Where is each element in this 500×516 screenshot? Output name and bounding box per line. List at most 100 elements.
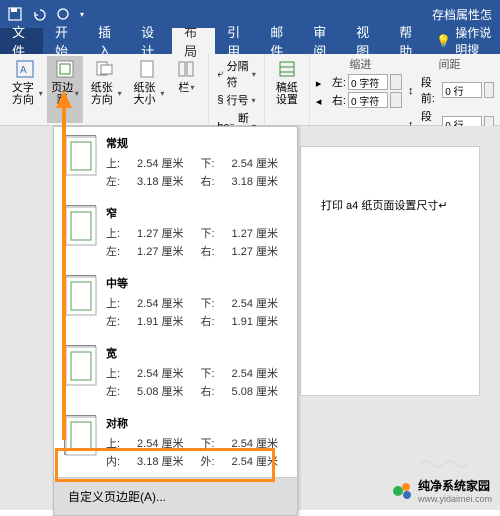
preset-left-label: 左: xyxy=(106,173,129,189)
indent-left-input[interactable] xyxy=(348,74,388,90)
preset-left-value: 3.18 厘米 xyxy=(137,453,192,469)
spinner[interactable] xyxy=(484,82,494,98)
undo-icon[interactable] xyxy=(32,7,46,21)
watermark-url: www.yidaimei.com xyxy=(418,494,492,504)
preset-right-label: 右: xyxy=(201,313,224,329)
qat-customize-icon[interactable]: ▾ xyxy=(80,10,84,19)
spacing-before-icon: ↕ xyxy=(408,85,419,95)
orientation-icon xyxy=(93,58,115,80)
tell-me[interactable]: 💡 操作说明搜 xyxy=(430,28,500,54)
watermark-brand: 纯净系统家园 xyxy=(418,477,492,494)
svg-text:A: A xyxy=(20,65,27,76)
preset-right-value: 1.27 厘米 xyxy=(232,243,287,259)
indent-left-icon: ▸ xyxy=(316,77,330,87)
preset-left-value: 5.08 厘米 xyxy=(137,383,192,399)
preset-bottom-value: 2.54 厘米 xyxy=(232,295,287,311)
tell-me-label: 操作说明搜 xyxy=(455,24,494,58)
text-direction-label: 文字方向 xyxy=(8,82,38,106)
tab-mailings[interactable]: 邮件 xyxy=(258,28,301,54)
margins-preset-item[interactable]: 常规 上: 2.54 厘米 下: 2.54 厘米 左: 3.18 厘米 右: 3… xyxy=(54,127,297,197)
size-button[interactable]: 纸张大小▾ xyxy=(126,56,169,123)
size-icon xyxy=(136,58,158,80)
preset-right-value: 5.08 厘米 xyxy=(232,383,287,399)
preset-left-label: 左: xyxy=(106,383,129,399)
margins-icon xyxy=(54,58,76,80)
preset-left-label: 左: xyxy=(106,313,129,329)
preset-top-label: 上: xyxy=(106,435,129,451)
preset-top-value: 1.27 厘米 xyxy=(137,225,192,241)
preset-right-value: 1.91 厘米 xyxy=(232,313,287,329)
manuscript-icon xyxy=(276,58,298,80)
spinner[interactable] xyxy=(390,92,402,108)
save-icon[interactable] xyxy=(8,7,22,21)
custom-margins-item[interactable]: 自定义页边距(A)... xyxy=(54,477,297,515)
preset-thumb-icon xyxy=(64,415,96,455)
tab-design[interactable]: 设计 xyxy=(129,28,172,54)
preset-bottom-label: 下: xyxy=(201,155,224,171)
preset-top-label: 上: xyxy=(106,365,129,381)
size-label: 纸张大小 xyxy=(130,82,160,106)
page-text: 打印 a4 纸页面设置尺寸↵ xyxy=(321,200,448,212)
preset-name: 窄 xyxy=(106,205,287,221)
preset-bottom-label: 下: xyxy=(201,225,224,241)
preset-right-value: 3.18 厘米 xyxy=(232,173,287,189)
preset-right-label: 外: xyxy=(201,453,224,469)
tab-view[interactable]: 视图 xyxy=(344,28,387,54)
tab-layout[interactable]: 布局 xyxy=(172,28,215,54)
ribbon: A 文字方向▾ 页边距▾ 纸张方向▾ 纸张大小▾ 栏▾ ⤶分隔符▾ xyxy=(0,54,500,126)
line-numbers-icon: § xyxy=(217,94,223,106)
preset-bottom-value: 2.54 厘米 xyxy=(232,155,287,171)
preset-top-value: 2.54 厘米 xyxy=(137,155,192,171)
preset-right-label: 右: xyxy=(201,383,224,399)
line-numbers-button[interactable]: §行号▾ xyxy=(217,92,255,108)
tab-home[interactable]: 开始 xyxy=(43,28,86,54)
preset-left-label: 内: xyxy=(106,453,129,469)
watermark: 纯净系统家园 www.yidaimei.com xyxy=(392,477,492,504)
margins-preset-item[interactable]: 窄 上: 1.27 厘米 下: 1.27 厘米 左: 1.27 厘米 右: 1.… xyxy=(54,197,297,267)
indent-right-label: 右: xyxy=(332,92,346,108)
tab-references[interactable]: 引用 xyxy=(215,28,258,54)
decorative-wave-icon xyxy=(420,456,470,472)
text-direction-icon: A xyxy=(14,58,36,80)
preset-thumb-icon xyxy=(64,205,96,245)
preset-top-value: 2.54 厘米 xyxy=(137,435,192,451)
orientation-label: 纸张方向 xyxy=(87,82,117,106)
breaks-label: 分隔符 xyxy=(227,58,249,90)
preset-thumb-icon xyxy=(64,135,96,175)
spinner[interactable] xyxy=(390,74,402,90)
redo-icon[interactable] xyxy=(56,7,70,21)
orientation-button[interactable]: 纸张方向▾ xyxy=(83,56,126,123)
indent-left-label: 左: xyxy=(332,74,346,90)
preset-top-label: 上: xyxy=(106,225,129,241)
indent-header: 缩进 xyxy=(316,56,405,72)
window-title: 存档属性怎 xyxy=(432,6,492,23)
margins-preset-item[interactable]: 对称 上: 2.54 厘米 下: 2.54 厘米 内: 3.18 厘米 外: 2… xyxy=(54,407,297,477)
text-direction-button[interactable]: A 文字方向▾ xyxy=(4,56,47,123)
tab-file[interactable]: 文件 xyxy=(0,28,43,54)
margins-dropdown: 常规 上: 2.54 厘米 下: 2.54 厘米 左: 3.18 厘米 右: 3… xyxy=(53,126,298,516)
indent-right-input[interactable] xyxy=(348,92,388,108)
preset-top-value: 2.54 厘米 xyxy=(137,295,192,311)
lightbulb-icon: 💡 xyxy=(436,34,451,48)
margins-button[interactable]: 页边距▾ xyxy=(47,56,83,123)
watermark-logo-icon xyxy=(392,480,414,502)
columns-icon xyxy=(175,58,197,80)
manuscript-label: 稿纸 设置 xyxy=(276,82,298,106)
preset-bottom-label: 下: xyxy=(201,435,224,451)
breaks-button[interactable]: ⤶分隔符▾ xyxy=(217,58,255,90)
preset-bottom-label: 下: xyxy=(201,295,224,311)
manuscript-button[interactable]: 稿纸 设置 xyxy=(269,56,305,123)
margins-label: 页边距 xyxy=(51,82,74,106)
columns-button[interactable]: 栏▾ xyxy=(168,56,204,123)
preset-right-value: 2.54 厘米 xyxy=(232,453,287,469)
margins-preset-item[interactable]: 中等 上: 2.54 厘米 下: 2.54 厘米 左: 1.91 厘米 右: 1… xyxy=(54,267,297,337)
margins-preset-item[interactable]: 宽 上: 2.54 厘米 下: 2.54 厘米 左: 5.08 厘米 右: 5.… xyxy=(54,337,297,407)
tab-help[interactable]: 帮助 xyxy=(387,28,430,54)
preset-bottom-value: 2.54 厘米 xyxy=(232,435,287,451)
tab-review[interactable]: 审阅 xyxy=(301,28,344,54)
page[interactable]: 打印 a4 纸页面设置尺寸↵ xyxy=(300,146,480,396)
columns-label: 栏 xyxy=(178,82,189,94)
tab-insert[interactable]: 插入 xyxy=(86,28,129,54)
titlebar: ▾ 存档属性怎 xyxy=(0,0,500,28)
spacing-before-input[interactable] xyxy=(442,82,482,98)
